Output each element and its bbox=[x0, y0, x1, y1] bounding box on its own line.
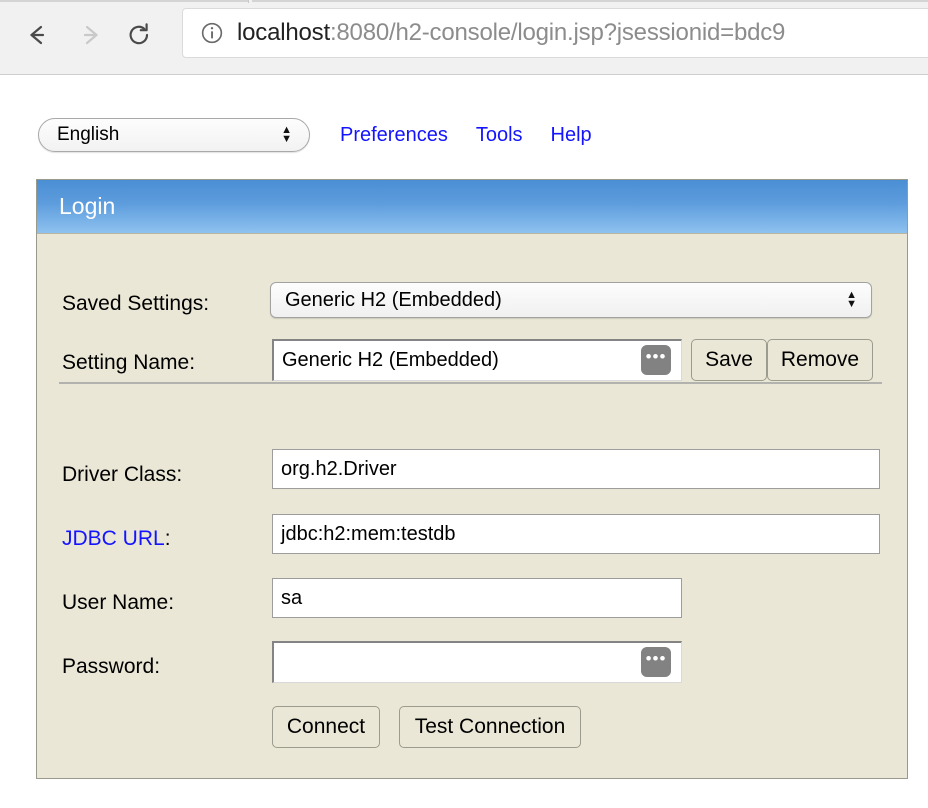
stepper-arrows-icon: ▲ ▼ bbox=[846, 289, 857, 310]
label-user-name: User Name: bbox=[62, 591, 175, 614]
label-jdbc-url-text: JDBC URL bbox=[62, 527, 165, 550]
jdbc-url-value: jdbc:h2:mem:testdb bbox=[281, 522, 456, 545]
reload-button[interactable] bbox=[122, 18, 156, 52]
label-saved-settings: Saved Settings: bbox=[62, 292, 210, 315]
connect-button[interactable]: Connect bbox=[272, 706, 380, 748]
driver-class-value: org.h2.Driver bbox=[281, 457, 397, 480]
tab-strip-seam bbox=[0, 0, 928, 2]
url-host: localhost bbox=[237, 19, 330, 46]
test-connection-button[interactable]: Test Connection bbox=[399, 706, 581, 748]
arrow-left-icon bbox=[30, 25, 45, 45]
label-jdbc-url[interactable]: JDBC URL: bbox=[62, 527, 171, 551]
user-name-input[interactable]: sa bbox=[272, 578, 682, 618]
back-button[interactable] bbox=[20, 18, 54, 52]
password-ellipsis-button[interactable]: ••• bbox=[641, 647, 671, 677]
setting-name-ellipsis-button[interactable]: ••• bbox=[641, 345, 671, 375]
reload-icon bbox=[129, 23, 149, 45]
browser-chrome: localhost:8080/h2-console/login.jsp?jses… bbox=[0, 0, 928, 75]
language-select[interactable]: English ▲ ▼ bbox=[38, 118, 310, 152]
forward-button[interactable] bbox=[74, 18, 108, 52]
label-driver-class: Driver Class: bbox=[62, 463, 183, 486]
password-input[interactable] bbox=[272, 641, 682, 683]
url-path: :8080/h2-console/login.jsp?jsessionid=bd… bbox=[329, 19, 786, 46]
panel-title: Login bbox=[59, 193, 116, 219]
language-select-value: English bbox=[57, 124, 120, 145]
jdbc-url-input[interactable]: jdbc:h2:mem:testdb bbox=[272, 514, 880, 554]
setting-name-value: Generic H2 (Embedded) bbox=[282, 349, 499, 371]
link-preferences[interactable]: Preferences bbox=[340, 124, 448, 147]
login-panel-header: Login bbox=[37, 180, 907, 234]
link-help[interactable]: Help bbox=[551, 124, 592, 147]
page-content: English ▲ ▼ Preferences Tools Help Login … bbox=[0, 76, 928, 808]
link-tools[interactable]: Tools bbox=[476, 124, 523, 147]
user-name-value: sa bbox=[281, 586, 303, 609]
info-circle-icon[interactable] bbox=[201, 22, 223, 44]
label-password: Password: bbox=[62, 655, 161, 678]
remove-button[interactable]: Remove bbox=[767, 339, 873, 381]
save-button[interactable]: Save bbox=[691, 339, 767, 381]
saved-settings-value: Generic H2 (Embedded) bbox=[285, 288, 502, 311]
saved-settings-select[interactable]: Generic H2 (Embedded) ▲ ▼ bbox=[270, 282, 872, 318]
driver-class-input[interactable]: org.h2.Driver bbox=[272, 449, 880, 489]
form-divider bbox=[59, 382, 882, 384]
setting-name-input[interactable]: Generic H2 (Embedded) bbox=[272, 339, 682, 381]
label-jdbc-url-colon: : bbox=[164, 527, 171, 550]
login-form: Saved Settings: Generic H2 (Embedded) ▲ ▼… bbox=[37, 234, 907, 779]
address-bar[interactable]: localhost:8080/h2-console/login.jsp?jses… bbox=[182, 8, 928, 58]
address-bar-text: localhost:8080/h2-console/login.jsp?jses… bbox=[237, 19, 785, 47]
tab-edge bbox=[248, 0, 252, 3]
label-setting-name: Setting Name: bbox=[62, 351, 196, 374]
stepper-arrows-icon: ▲ ▼ bbox=[281, 124, 292, 145]
top-toolbar: English ▲ ▼ Preferences Tools Help bbox=[38, 118, 592, 152]
toolbar-links: Preferences Tools Help bbox=[340, 124, 592, 147]
arrow-right-icon bbox=[83, 25, 98, 45]
login-panel: Login Saved Settings: Generic H2 (Embedd… bbox=[36, 179, 908, 779]
